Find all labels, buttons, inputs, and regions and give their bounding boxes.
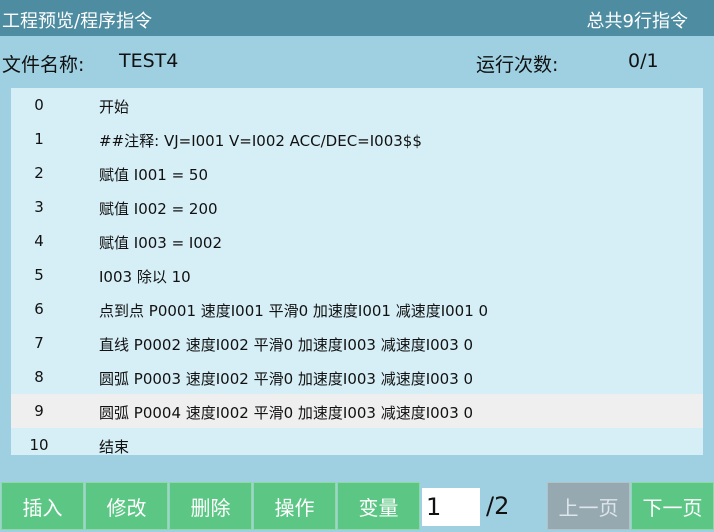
program-row[interactable]: 2 赋值 I001 = 50 [11, 156, 703, 190]
file-name-label: 文件名称: [2, 54, 85, 76]
program-list: 0 开始 1 ##注释: VJ=I001 V=I002 ACC/DEC=I003$$… [11, 88, 703, 456]
variable-button[interactable]: 变量 [337, 482, 420, 530]
line-number: 0 [34, 96, 44, 114]
page-total: /2 [486, 492, 510, 520]
line-number: 2 [34, 164, 44, 182]
program-row[interactable]: 6 点到点 P0001 速度I001 平滑0 加速度I001 减速度I001 0 [11, 292, 703, 326]
delete-button[interactable]: 删除 [169, 482, 252, 530]
program-row[interactable]: 1 ##注释: VJ=I001 V=I002 ACC/DEC=I003$$ [11, 122, 703, 156]
insert-button[interactable]: 插入 [1, 482, 84, 530]
instruction-text: 圆弧 P0004 速度I002 平滑0 加速度I003 减速度I003 0 [99, 404, 474, 422]
instruction-text: 圆弧 P0003 速度I002 平滑0 加速度I003 减速度I003 0 [99, 370, 474, 388]
instruction-text: 赋值 I002 = 200 [99, 200, 218, 218]
instruction-text: 结束 [99, 438, 130, 456]
file-name-value: TEST4 [119, 50, 179, 72]
program-row[interactable]: 4 赋值 I003 = I002 [11, 224, 703, 258]
program-row-selected[interactable]: 9 圆弧 P0004 速度I002 平滑0 加速度I003 减速度I003 0 [11, 394, 703, 428]
line-number: 3 [34, 198, 44, 216]
instruction-text: 赋值 I003 = I002 [99, 234, 222, 252]
run-count-label: 运行次数: [476, 54, 559, 76]
instruction-text: 点到点 P0001 速度I001 平滑0 加速度I001 减速度I001 0 [99, 302, 489, 320]
program-row[interactable]: 5 I003 除以 10 [11, 258, 703, 292]
line-number: 6 [34, 300, 44, 318]
instruction-text: 开始 [99, 98, 130, 116]
program-row[interactable]: 7 直线 P0002 速度I002 平滑0 加速度I003 减速度I003 0 [11, 326, 703, 360]
bottom-toolbar: 插入 修改 删除 操作 变量 /2 上一页 下一页 [0, 478, 714, 532]
program-row[interactable]: 10 结束 [11, 428, 703, 462]
instruction-count: 总共9行指令 [586, 11, 688, 32]
page-number-input[interactable] [422, 488, 480, 526]
instruction-text: 赋值 I001 = 50 [99, 166, 209, 184]
file-info-bar: 文件名称: TEST4 运行次数: 0/1 [0, 36, 714, 86]
line-number: 1 [34, 130, 44, 148]
program-row[interactable]: 0 开始 [11, 88, 703, 122]
modify-button[interactable]: 修改 [85, 482, 168, 530]
program-row[interactable]: 8 圆弧 P0003 速度I002 平滑0 加速度I003 减速度I003 0 [11, 360, 703, 394]
line-number: 7 [34, 334, 44, 352]
program-row[interactable]: 3 赋值 I002 = 200 [11, 190, 703, 224]
title-bar: 工程预览/程序指令 总共9行指令 [0, 0, 714, 36]
instruction-text: ##注释: VJ=I001 V=I002 ACC/DEC=I003$$ [99, 132, 422, 150]
instruction-text: I003 除以 10 [99, 268, 191, 286]
page-title: 工程预览/程序指令 [2, 11, 153, 32]
instruction-text: 直线 P0002 速度I002 平滑0 加速度I003 减速度I003 0 [99, 336, 474, 354]
prev-page-button[interactable]: 上一页 [547, 482, 630, 530]
operate-button[interactable]: 操作 [253, 482, 336, 530]
line-number: 9 [34, 402, 44, 420]
line-number: 10 [29, 436, 49, 454]
line-number: 8 [34, 368, 44, 386]
next-page-button[interactable]: 下一页 [631, 482, 714, 530]
line-number: 4 [34, 232, 44, 250]
run-count-value: 0/1 [628, 50, 659, 72]
line-number: 5 [34, 266, 44, 284]
